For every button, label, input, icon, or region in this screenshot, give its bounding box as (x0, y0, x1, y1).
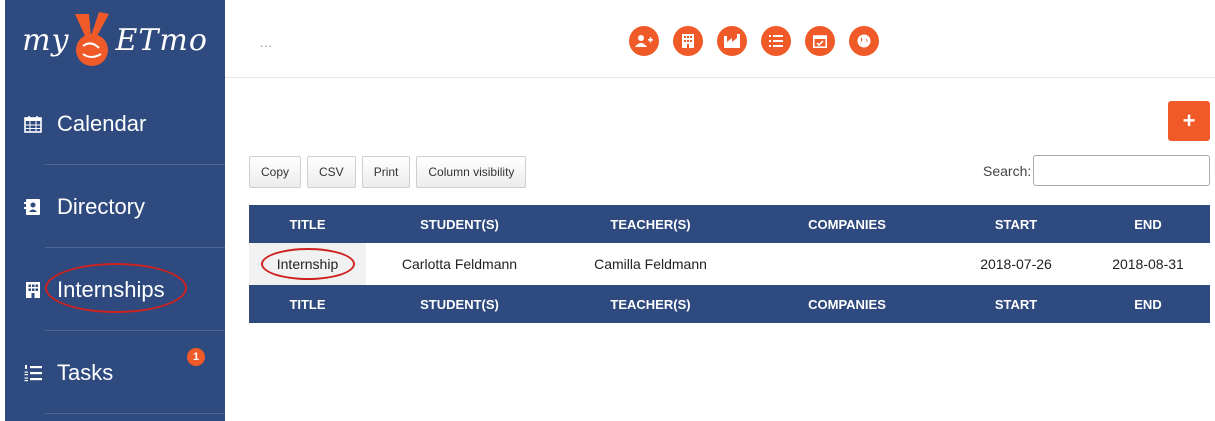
table-row[interactable]: Internship Carlotta Feldmann Camilla Fel… (249, 243, 1210, 285)
export-buttons: Copy CSV Print Column visibility (249, 156, 527, 188)
sidebar: my ETmo Calendar Directory Internships T… (5, 0, 225, 421)
cell-end: 2018-08-31 (1086, 243, 1210, 285)
divider (45, 247, 225, 248)
sidebar-item-label: Tasks (57, 360, 114, 385)
sidebar-item-internships[interactable]: Internships (5, 249, 225, 331)
column-header-teachers[interactable]: TEACHER(S) (553, 205, 748, 243)
top-bar: ... (225, 0, 1215, 78)
sidebar-item-label: Directory (57, 194, 146, 219)
sidebar-item-tasks[interactable]: Tasks 1 (5, 332, 225, 414)
cell-companies (748, 243, 946, 285)
divider (45, 164, 225, 165)
column-visibility-button[interactable]: Column visibility (416, 156, 527, 188)
divider (45, 413, 225, 414)
sidebar-item-label: Internships (57, 277, 165, 302)
app-window: my ETmo Calendar Directory Internships T… (0, 0, 1215, 421)
internship-title-link[interactable]: Internship (277, 256, 338, 272)
quick-actions (629, 26, 879, 56)
column-header-title[interactable]: TITLE (249, 205, 366, 243)
sidebar-item-label: Calendar (57, 111, 147, 136)
app-logo[interactable]: my ETmo (5, 0, 225, 80)
address-book-icon (23, 197, 43, 217)
table-footer-row: TITLE STUDENT(S) TEACHER(S) COMPANIES ST… (249, 285, 1210, 323)
building-icon (23, 280, 43, 300)
cell-students: Carlotta Feldmann (366, 243, 553, 285)
sidebar-item-directory[interactable]: Directory (5, 166, 225, 248)
print-button[interactable]: Print (361, 156, 411, 188)
list-icon[interactable] (761, 26, 791, 56)
cell-title[interactable]: Internship (249, 243, 366, 285)
column-footer-start: START (946, 285, 1086, 323)
search-input[interactable] (1033, 155, 1210, 186)
copy-button[interactable]: Copy (249, 156, 302, 188)
logo-prefix: my (22, 22, 70, 58)
internships-table: TITLE STUDENT(S) TEACHER(S) COMPANIES ST… (249, 205, 1210, 323)
column-header-start[interactable]: START (946, 205, 1086, 243)
cell-start: 2018-07-26 (946, 243, 1086, 285)
calendar-icon (23, 114, 43, 134)
column-footer-companies: COMPANIES (748, 285, 946, 323)
sidebar-item-calendar[interactable]: Calendar (5, 83, 225, 165)
column-footer-title: TITLE (249, 285, 366, 323)
table-header-row: TITLE STUDENT(S) TEACHER(S) COMPANIES ST… (249, 205, 1210, 243)
divider (45, 330, 225, 331)
column-footer-teachers: TEACHER(S) (553, 285, 748, 323)
add-user-icon[interactable] (629, 26, 659, 56)
add-internship-button[interactable]: + (1168, 101, 1210, 141)
building-icon[interactable] (673, 26, 703, 56)
globe-icon[interactable] (849, 26, 879, 56)
column-header-students[interactable]: STUDENT(S) (366, 205, 553, 243)
calendar-check-icon[interactable] (805, 26, 835, 56)
victory-hand-logo-icon (71, 10, 113, 70)
logo-suffix: ETmo (115, 22, 208, 58)
column-footer-end: END (1086, 285, 1210, 323)
factory-icon[interactable] (717, 26, 747, 56)
column-footer-students: STUDENT(S) (366, 285, 553, 323)
tasks-badge: 1 (187, 348, 205, 366)
search-label: Search: (983, 163, 1032, 179)
more-dots[interactable]: ... (260, 36, 273, 50)
csv-button[interactable]: CSV (307, 156, 356, 188)
list-ordered-icon (23, 363, 43, 383)
cell-teachers: Camilla Feldmann (553, 243, 748, 285)
column-header-end[interactable]: END (1086, 205, 1210, 243)
column-header-companies[interactable]: COMPANIES (748, 205, 946, 243)
